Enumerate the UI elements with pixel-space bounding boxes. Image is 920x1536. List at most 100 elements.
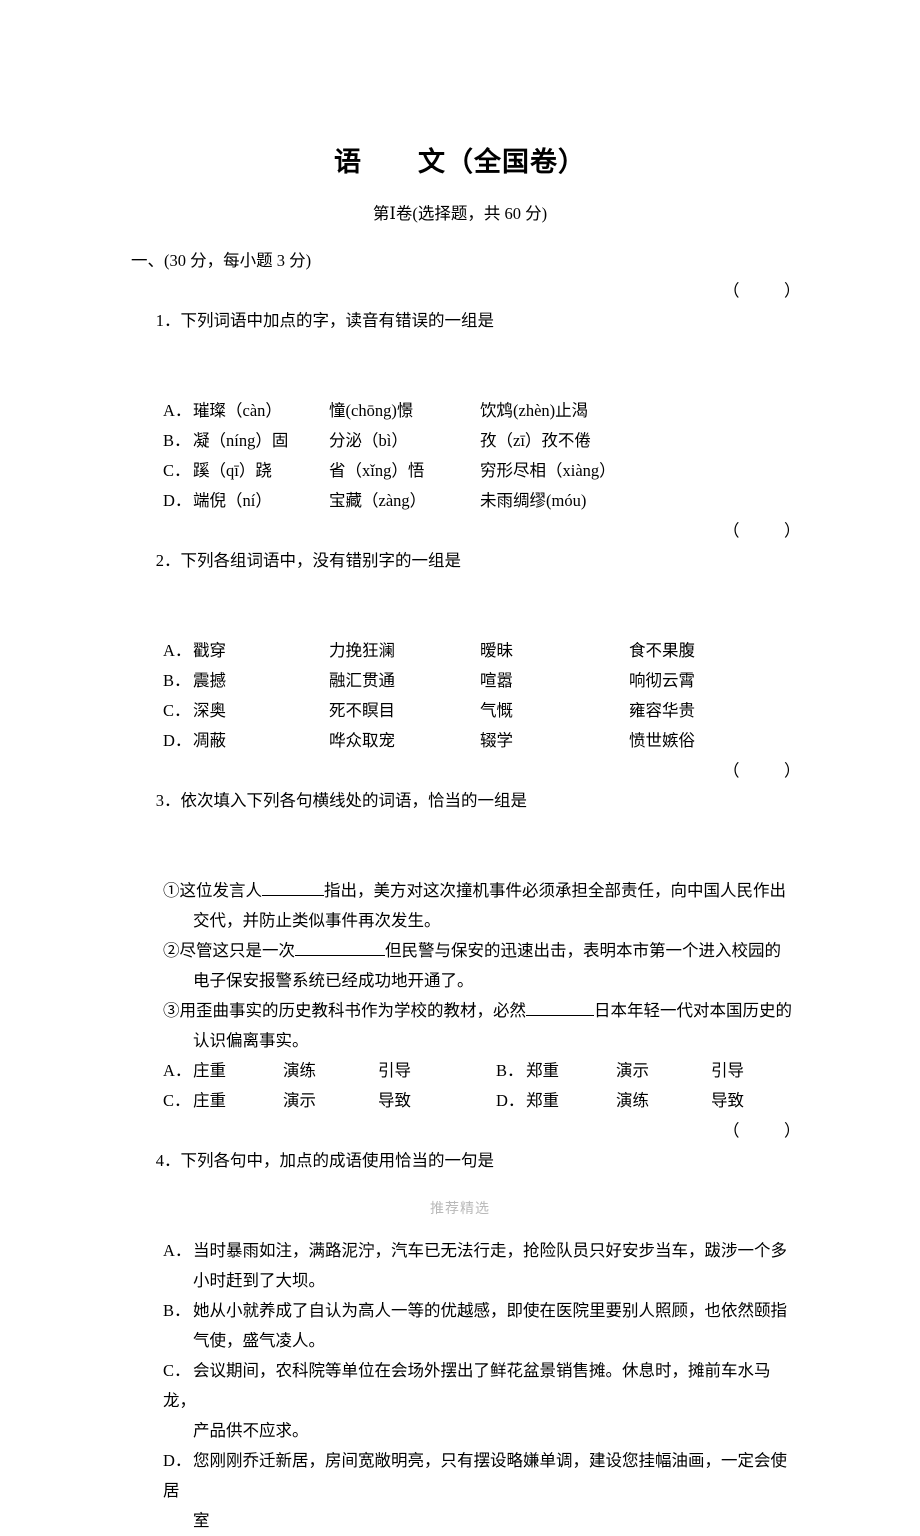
question-3-stem-row: 3．依次填入下列各句横线处的词语，恰当的一组是 （ ） bbox=[131, 756, 802, 876]
question-2-option-d[interactable]: D．凋蔽 哗众取宠 辍学 愤世嫉俗 bbox=[131, 726, 802, 756]
fill-in-blank[interactable] bbox=[262, 880, 324, 896]
question-1-option-c[interactable]: C． 蹊（qī）跷 省（xǐng）悟 穷形尽相（xiàng） bbox=[131, 456, 802, 486]
option-label: C． bbox=[163, 460, 191, 480]
option-cell: 喧嚣 bbox=[480, 670, 513, 690]
fill-in-blank[interactable] bbox=[295, 940, 385, 956]
option-label: B． bbox=[163, 430, 191, 450]
option-label: D． bbox=[163, 1450, 192, 1470]
option-label: A． bbox=[163, 640, 192, 660]
question-4-option-c-cont: 产品供不应求。 bbox=[193, 1420, 309, 1440]
question-4-option-a[interactable]: A．当时暴雨如注，满路泥泞，汽车已无法行走，抢险队员只好安步当车，跋涉一个多 bbox=[131, 1236, 802, 1266]
section-header: 一、(30 分，每小题 3 分) bbox=[131, 250, 312, 270]
option-cell: 演练 bbox=[283, 1060, 316, 1080]
option-cell: 力挽狂澜 bbox=[329, 640, 395, 660]
question-1-stem-row: 1．下列词语中加点的字，读音有错误的一组是 （ ） bbox=[131, 276, 802, 396]
fill-in-blank[interactable] bbox=[526, 1000, 594, 1016]
option-cell: 演练 bbox=[616, 1090, 649, 1110]
option-label: B． bbox=[163, 670, 191, 690]
option-cell: 暧昧 bbox=[480, 640, 513, 660]
question-3-answer-bracket[interactable]: （ ） bbox=[723, 756, 815, 786]
sentence-after-blank: 指出，美方对这次撞机事件必须承担全部责任，向中国人民作出 bbox=[324, 880, 786, 900]
question-4-option-d-cont: 室 bbox=[193, 1510, 210, 1530]
option-label: D． bbox=[496, 1090, 525, 1110]
question-4-option-b-cont: 气使，盛气凌人。 bbox=[193, 1330, 325, 1350]
page-subtitle: 第Ⅰ卷(选择题，共 60 分) bbox=[372, 203, 548, 223]
option-label: C． bbox=[163, 1090, 191, 1110]
option-cell: 融汇贯通 bbox=[329, 670, 395, 690]
sentence-after-blank: 但民警与保安的迅速出击，表明本市第一个进入校园的 bbox=[385, 940, 781, 960]
option-cell: 郑重 bbox=[526, 1090, 559, 1110]
option-cell: 响彻云霄 bbox=[629, 670, 695, 690]
sentence-marker: ① bbox=[163, 880, 180, 900]
question-3-stem: 依次填入下列各句横线处的词语，恰当的一组是 bbox=[180, 790, 528, 810]
option-cell: 宝藏（zàng） bbox=[329, 490, 427, 510]
question-1-option-a[interactable]: A．璀璨（càn） 憧(chōng)憬 饮鸩(zhèn)止渴 bbox=[131, 396, 802, 426]
question-3-choice-row-cd[interactable]: C． 庄重 演示 导致 D．郑重 演练 导致 bbox=[131, 1086, 802, 1116]
exam-content: 一、(30 分，每小题 3 分) 1．下列词语中加点的字，读音有错误的一组是 （… bbox=[0, 223, 920, 1536]
option-cell: 戳穿 bbox=[193, 640, 226, 660]
option-cell: 引导 bbox=[711, 1060, 744, 1080]
option-cell: 雍容华贵 bbox=[629, 700, 695, 720]
page-title: 语 文（全国卷） bbox=[334, 147, 586, 177]
question-2-number: 2． bbox=[155, 550, 181, 570]
option-cell: 引导 bbox=[378, 1060, 411, 1080]
question-1-option-b[interactable]: B． 凝（níng）固 分泌（bì） 孜（zī）孜不倦 bbox=[131, 426, 802, 456]
question-4-answer-bracket[interactable]: （ ） bbox=[723, 1116, 815, 1146]
question-3-number: 3． bbox=[155, 790, 181, 810]
option-cell: 导致 bbox=[711, 1090, 744, 1110]
question-4-option-b[interactable]: B． 她从小就养成了自认为高人一等的优越感，即使在医院里要别人照顾，也依然颐指 bbox=[131, 1296, 802, 1326]
option-cell: 气慨 bbox=[480, 700, 513, 720]
question-1-option-d[interactable]: D．端倪（ní） 宝藏（zàng） 未雨绸缪(móu) bbox=[131, 486, 802, 516]
question-2-answer-bracket[interactable]: （ ） bbox=[723, 516, 815, 546]
option-cell: 憧(chōng)憬 bbox=[329, 400, 414, 420]
option-label: A． bbox=[163, 1060, 192, 1080]
option-text: 会议期间，农科院等单位在会场外摆出了鲜花盆景销售摊。休息时，摊前车水马龙， bbox=[163, 1360, 771, 1410]
question-2-option-a[interactable]: A．戳穿 力挽狂澜 暧昧 食不果腹 bbox=[131, 636, 802, 666]
question-3-choice-row-ab[interactable]: A．庄重 演练 引导 B． 郑重 演示 引导 bbox=[131, 1056, 802, 1086]
option-cell: 震撼 bbox=[193, 670, 226, 690]
option-cell: 端倪（ní） bbox=[193, 490, 272, 510]
option-cell: 凝（níng）固 bbox=[193, 430, 289, 450]
option-cell: 郑重 bbox=[526, 1060, 559, 1080]
footer-watermark: 推荐精选 bbox=[430, 1202, 490, 1217]
question-2-stem-row: 2．下列各组词语中，没有错别字的一组是 （ ） bbox=[131, 516, 802, 636]
question-2-stem: 下列各组词语中，没有错别字的一组是 bbox=[180, 550, 462, 570]
option-cell: 愤世嫉俗 bbox=[629, 730, 695, 750]
option-cell: 分泌（bì） bbox=[329, 430, 408, 450]
option-label: A． bbox=[163, 1240, 192, 1260]
question-1-answer-bracket[interactable]: （ ） bbox=[723, 276, 815, 306]
question-4-option-c[interactable]: C． 会议期间，农科院等单位在会场外摆出了鲜花盆景销售摊。休息时，摊前车水马龙， bbox=[131, 1356, 802, 1416]
question-3-sentence-3-cont: 认识偏离事实。 bbox=[193, 1030, 309, 1050]
question-2-option-c[interactable]: C． 深奥 死不瞑目 气慨 雍容华贵 bbox=[131, 696, 802, 726]
question-4-option-d[interactable]: D．您刚刚乔迁新居，房间宽敞明亮，只有摆设略嫌单调，建设您挂幅油画，一定会使居 bbox=[131, 1446, 802, 1506]
option-label: C． bbox=[163, 700, 191, 720]
option-cell: 演示 bbox=[283, 1090, 316, 1110]
option-cell: 凋蔽 bbox=[193, 730, 226, 750]
sentence-after-blank: 日本年轻一代对本国历史的 bbox=[594, 1000, 792, 1020]
option-cell: 死不瞑目 bbox=[329, 700, 395, 720]
question-1-stem: 下列词语中加点的字，读音有错误的一组是 bbox=[180, 310, 495, 330]
option-cell: 庄重 bbox=[193, 1060, 226, 1080]
sentence-before-blank: 尽管这只是一次 bbox=[179, 940, 296, 960]
question-2-option-b[interactable]: B． 震撼 融汇贯通 喧嚣 响彻云霄 bbox=[131, 666, 802, 696]
option-text: 她从小就养成了自认为高人一等的优越感，即使在医院里要别人照顾，也依然颐指 bbox=[193, 1300, 787, 1320]
option-cell: 食不果腹 bbox=[629, 640, 695, 660]
question-4-number: 4． bbox=[155, 1150, 181, 1170]
question-3-sentence-1: ①这位发言人 指出，美方对这次撞机事件必须承担全部责任，向中国人民作出 bbox=[131, 876, 802, 906]
sentence-marker: ③ bbox=[163, 1000, 180, 1020]
option-label: B． bbox=[163, 1300, 191, 1320]
sentence-before-blank: 这位发言人 bbox=[179, 880, 263, 900]
option-text: 您刚刚乔迁新居，房间宽敞明亮，只有摆设略嫌单调，建设您挂幅油画，一定会使居 bbox=[163, 1450, 787, 1500]
option-cell: 璀璨（càn） bbox=[193, 400, 282, 420]
option-cell: 未雨绸缪(móu) bbox=[480, 490, 587, 510]
question-3-sentence-1-cont: 交代，并防止类似事件再次发生。 bbox=[193, 910, 441, 930]
option-text: 当时暴雨如注，满路泥泞，汽车已无法行走，抢险队员只好安步当车，跋涉一个多 bbox=[193, 1240, 787, 1260]
question-3-sentence-2-cont: 电子保安报警系统已经成功地开通了。 bbox=[193, 970, 474, 990]
option-label: D． bbox=[163, 730, 192, 750]
exam-paper-page: 语 文（全国卷） 第Ⅰ卷(选择题，共 60 分) 一、(30 分，每小题 3 分… bbox=[0, 0, 920, 1530]
question-4-stem: 下列各句中，加点的成语使用恰当的一句是 bbox=[180, 1150, 495, 1170]
option-label: D． bbox=[163, 490, 192, 510]
question-4-option-a-cont: 小时赶到了大坝。 bbox=[193, 1270, 325, 1290]
question-3-sentence-2: ②尽管这只是一次 但民警与保安的迅速出击，表明本市第一个进入校园的 bbox=[131, 936, 802, 966]
option-cell: 导致 bbox=[378, 1090, 411, 1110]
